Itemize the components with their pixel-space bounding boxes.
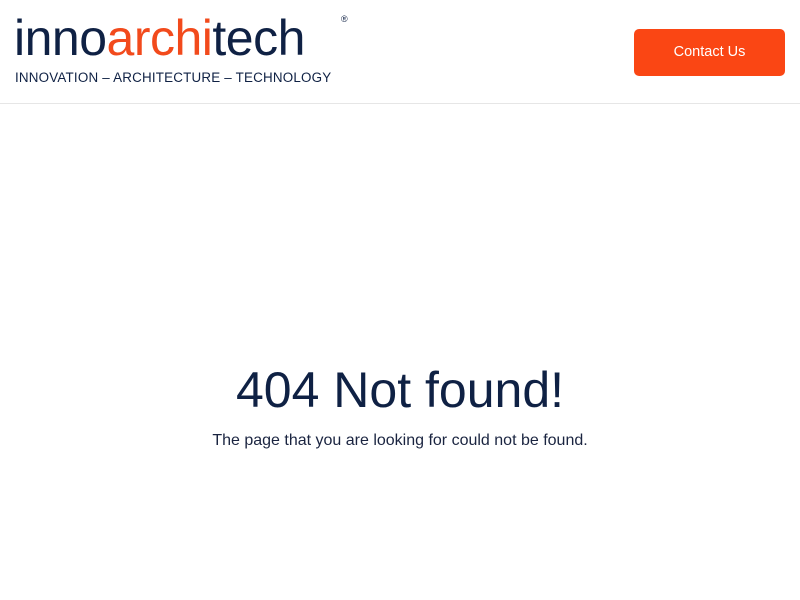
logo-wordmark: innoarchitech: [14, 10, 305, 66]
site-header: innoarchitech ® INNOVATION – ARCHITECTUR…: [0, 0, 800, 104]
logo-text-tech: tech: [212, 10, 305, 66]
registered-mark: ®: [341, 14, 348, 24]
logo-tagline: INNOVATION – ARCHITECTURE – TECHNOLOGY: [15, 70, 332, 85]
main-content: 404 Not found! The page that you are loo…: [0, 104, 800, 600]
contact-us-button[interactable]: Contact Us: [634, 29, 785, 76]
site-logo-link[interactable]: innoarchitech ® INNOVATION – ARCHITECTUR…: [14, 10, 354, 90]
not-found-message: The page that you are looking for could …: [212, 432, 588, 449]
logo-text-archi: archi: [106, 10, 213, 66]
page-title: 404 Not found!: [235, 362, 565, 418]
logo-text-inno: inno: [14, 10, 107, 66]
